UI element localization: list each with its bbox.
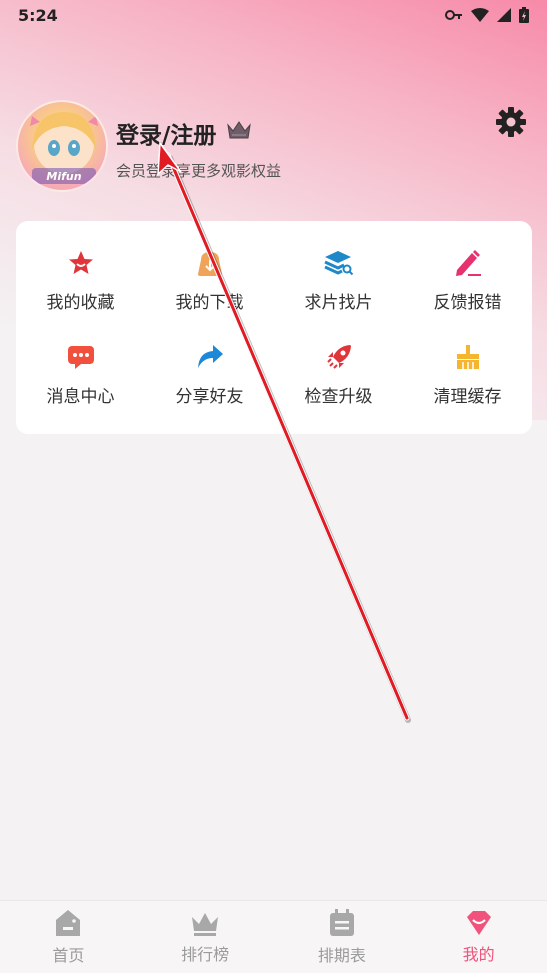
download-bag-icon	[195, 248, 225, 278]
diamond-heart-icon	[466, 911, 491, 935]
star-icon	[66, 248, 96, 278]
avatar-illustration: Mifun	[30, 112, 98, 184]
grid-item-update[interactable]: 检查升级	[274, 328, 403, 423]
login-register-link[interactable]: 登录/注册	[116, 116, 252, 150]
grid-item-label: 我的收藏	[46, 292, 115, 313]
grid-item-label: 求片找片	[304, 292, 373, 313]
status-icons	[445, 7, 529, 23]
function-grid: 我的收藏 我的下载 求片找片 反馈报错 消息中心 分享好友 检查升级 清理缓存	[16, 221, 532, 434]
status-time: 5:24	[18, 5, 58, 25]
grid-item-messages[interactable]: 消息中心	[16, 328, 145, 423]
grid-item-label: 清理缓存	[433, 387, 502, 408]
tab-label: 排行榜	[181, 945, 230, 964]
gear-icon[interactable]	[495, 106, 527, 138]
home-icon	[56, 910, 81, 936]
grid-item-label: 分享好友	[175, 387, 244, 408]
grid-item-feedback[interactable]: 反馈报错	[403, 233, 532, 328]
grid-item-share[interactable]: 分享好友	[145, 328, 274, 423]
login-subtitle: 会员登录享更多观影权益	[116, 162, 282, 180]
grid-item-favorites[interactable]: 我的收藏	[16, 233, 145, 328]
grid-item-clear-cache[interactable]: 清理缓存	[403, 328, 532, 423]
pencil-icon	[453, 248, 483, 278]
avatar[interactable]: Mifun	[16, 100, 108, 192]
vip-crown-icon	[226, 119, 252, 147]
key-icon	[445, 9, 463, 21]
signal-icon	[497, 8, 511, 22]
grid-item-downloads[interactable]: 我的下载	[145, 233, 274, 328]
tab-ranking[interactable]: 排行榜	[137, 901, 274, 973]
share-arrow-icon	[195, 342, 225, 372]
bottom-tab-bar: 首页 排行榜 排期表 我的	[0, 900, 547, 973]
message-icon	[66, 342, 96, 372]
tab-label: 排期表	[317, 946, 366, 965]
tab-home[interactable]: 首页	[0, 901, 137, 973]
crown-icon	[192, 913, 219, 936]
layers-search-icon	[323, 248, 354, 278]
grid-item-request-movie[interactable]: 求片找片	[274, 233, 403, 328]
calendar-icon	[329, 909, 354, 936]
rocket-icon	[324, 342, 354, 372]
tab-schedule[interactable]: 排期表	[274, 901, 411, 973]
grid-item-label: 消息中心	[46, 387, 115, 408]
battery-icon	[519, 7, 529, 23]
tab-mine[interactable]: 我的	[410, 901, 547, 973]
wifi-icon	[471, 8, 489, 22]
tab-label: 我的	[462, 945, 495, 964]
tab-label: 首页	[52, 946, 85, 965]
avatar-logo-text: Mifun	[46, 170, 81, 183]
grid-item-label: 反馈报错	[433, 292, 502, 313]
profile-header: Mifun 登录/注册 会员登录享更多观影权益	[16, 100, 531, 195]
grid-item-label: 检查升级	[304, 387, 373, 408]
grid-item-label: 我的下载	[175, 292, 244, 313]
broom-icon	[453, 342, 483, 372]
login-label[interactable]: 登录/注册	[116, 116, 216, 150]
settings-button[interactable]	[495, 106, 527, 138]
status-bar: 5:24	[0, 0, 547, 30]
